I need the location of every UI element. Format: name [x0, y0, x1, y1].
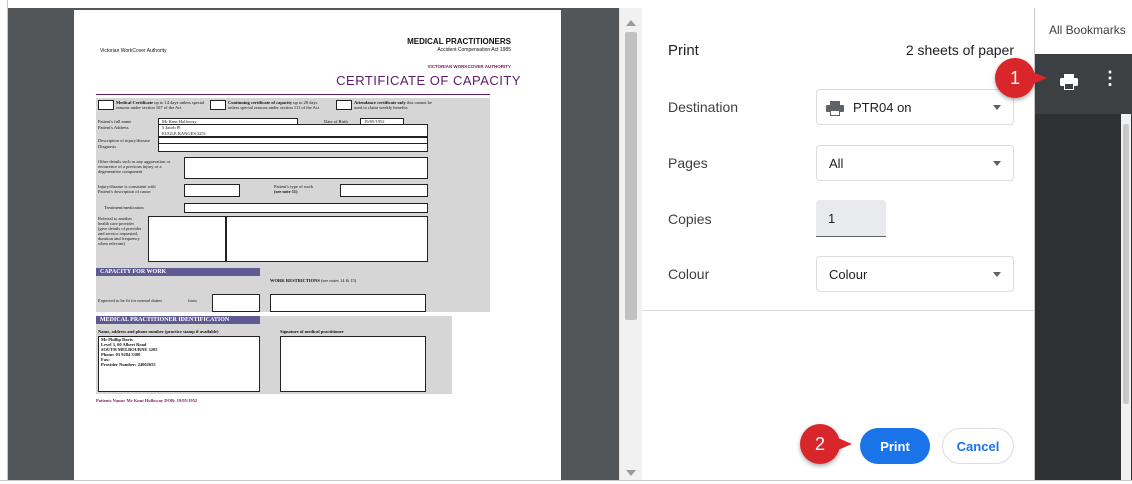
doc-signature-box — [280, 336, 426, 392]
print-settings-panel: Print 2 sheets of paper Destination PTR0… — [642, 8, 1034, 480]
destination-label: Destination — [668, 99, 739, 115]
doc-work-type-box — [340, 184, 428, 197]
printer-icon[interactable] — [1059, 74, 1079, 95]
colour-value: Colour — [829, 267, 868, 282]
copies-input[interactable]: 1 — [816, 200, 886, 237]
print-button[interactable]: Print — [860, 428, 930, 464]
doc-name-label: Patient's full name — [98, 119, 132, 124]
pages-select[interactable]: All — [816, 145, 1014, 181]
doc-address-line1: 5 Jacob Pl — [162, 125, 181, 130]
doc-option-attendance: Attendance certificate only this cannot … — [354, 100, 432, 110]
doc-from-label: from — [188, 298, 197, 303]
colour-select[interactable]: Colour — [816, 256, 1014, 292]
settings-divider — [642, 310, 1034, 311]
preview-page: Victorian WorkCover Authority MEDICAL PR… — [74, 10, 561, 480]
doc-work-restrictions: WORK RESTRICTIONS (see notes 14 & 15) — [270, 278, 357, 283]
doc-consistent-label: Injury/disease is consistent with Patien… — [98, 184, 156, 194]
chevron-down-icon — [993, 272, 1001, 277]
scrollbar-thumb[interactable] — [625, 32, 637, 320]
print-preview-area: Victorian WorkCover Authority MEDICAL PR… — [8, 8, 619, 480]
doc-from-box — [212, 294, 260, 312]
doc-treatment-box — [184, 203, 428, 213]
doc-option-medical: Medical Certificate up to 14 days unless… — [116, 100, 205, 110]
pages-value: All — [829, 156, 844, 171]
scroll-up-arrow-icon[interactable] — [626, 20, 636, 26]
browser-background: All Bookmarks ⋮ — [1034, 8, 1132, 480]
doc-aggravation-box — [184, 157, 428, 179]
pages-label: Pages — [668, 155, 708, 171]
pdf-toolbar: ⋮ — [1035, 54, 1132, 114]
doc-address-label: Patient's Address — [98, 125, 129, 130]
doc-referral-box-2 — [226, 216, 428, 262]
colour-label: Colour — [668, 266, 710, 282]
pdf-viewer-scrollbar[interactable] — [1121, 114, 1131, 480]
callout-marker-2: 2 — [800, 424, 852, 464]
doc-capacity-band: CAPACITY FOR WORK — [96, 268, 260, 276]
doc-address-line2: EUGLE RANGES 3251 — [162, 131, 206, 136]
doc-authority: Victorian WorkCover Authority — [100, 48, 167, 54]
doc-diagnosis-box — [158, 143, 428, 152]
doc-consistent-box — [184, 184, 240, 197]
doc-practitioner-band: MEDICAL PRACTITIONER IDENTIFICATION — [96, 316, 260, 324]
preview-scrollbar[interactable] — [619, 8, 642, 480]
destination-value: PTR04 on — [853, 100, 912, 115]
window-bottom-edge — [0, 480, 1132, 484]
doc-signature-label: Signature of medical practitioner — [280, 329, 344, 334]
cancel-button[interactable]: Cancel — [942, 428, 1014, 464]
destination-select[interactable]: PTR04 on — [816, 89, 1014, 125]
doc-practitioner-provider: Provider Number: 24002655 — [101, 362, 156, 367]
window-left-edge — [0, 0, 8, 484]
doc-fit-label: Expected to be fit for normal duties — [98, 298, 162, 303]
doc-practitioner-label: Name, address and phone number (practice… — [98, 329, 219, 334]
more-options-icon[interactable]: ⋮ — [1101, 68, 1119, 88]
pdf-viewer-background — [1035, 114, 1132, 480]
doc-option-continuing: Continuing certificate of capacity up to… — [228, 100, 320, 110]
doc-footer: Patients Name: Mr Knut Holloway DOB: 19/… — [96, 398, 198, 403]
doc-diagnosis-label: Diagnosis — [98, 144, 116, 149]
doc-header-title: MEDICAL PRACTITIONERS — [407, 37, 511, 46]
sheet-count: 2 sheets of paper — [905, 42, 1014, 58]
doc-checkbox — [98, 100, 114, 110]
doc-checkbox — [210, 100, 226, 110]
doc-header-act: Accident Compensation Act 1985 — [437, 47, 511, 53]
doc-aggravation-label: Other details such as any aggravation or… — [98, 159, 171, 174]
chevron-down-icon — [993, 105, 1001, 110]
doc-referral-label: Referral to another health care provider… — [98, 216, 142, 246]
doc-injury-label: Description of injury/disease — [98, 138, 150, 143]
doc-treatment-label: Treatment/medication — [104, 205, 144, 210]
doc-header-authority: VICTORIAN WORKCOVER AUTHORITY — [427, 64, 511, 69]
doc-restrictions-box — [270, 294, 426, 312]
scrollbar-thumb[interactable] — [1123, 124, 1129, 404]
scroll-down-arrow-icon[interactable] — [626, 470, 636, 476]
copies-label: Copies — [668, 211, 712, 227]
callout-marker-1: 1 — [995, 58, 1047, 98]
printer-icon — [825, 101, 845, 119]
all-bookmarks-link[interactable]: All Bookmarks — [1049, 23, 1126, 37]
chevron-down-icon — [993, 161, 1001, 166]
doc-title-rule — [96, 94, 490, 95]
doc-checkbox — [336, 100, 352, 110]
doc-work-type-label: Patient's type of work (see note 11) — [274, 184, 314, 194]
doc-certificate-title: CERTIFICATE OF CAPACITY — [336, 73, 521, 88]
copies-value: 1 — [828, 211, 836, 226]
doc-referral-box-1 — [148, 216, 226, 262]
print-title: Print — [668, 42, 699, 59]
